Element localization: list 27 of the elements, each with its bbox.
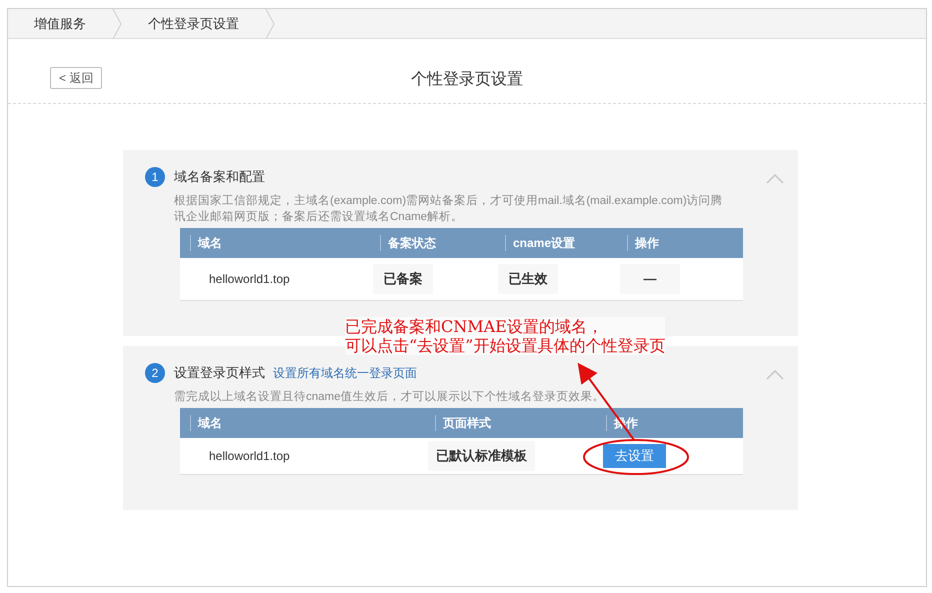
annotation-text: 可以点击“去设置”开始设置具体的个性登录页 [345,336,666,355]
collapse-chevron-icon[interactable] [766,370,784,380]
section-description: 需完成以上域名设置且待cname值生效后，才可以展示以下个性域名登录页效果。 [174,389,606,405]
breadcrumb-item[interactable]: 增值服务 [8,14,112,34]
back-button[interactable]: < 返回 [50,67,102,89]
step-number-badge: 1 [145,167,165,187]
domain-cell-text: helloworld1.top [208,448,290,465]
status-label: 已默认标准模板 [428,441,535,471]
page-title: 个性登录页设置 [411,70,523,90]
collapse-chevron-icon[interactable] [766,174,784,184]
breadcrumb-item[interactable]: 个性登录页设置 [122,14,265,34]
column-header: 备案状态 [388,235,436,252]
column-header: 页面样式 [443,415,491,432]
annotation-text: 已完成备案和CNMAE设置的域名， [345,317,666,336]
column-header: cname设置 [513,235,576,252]
status-label: 已备案 [373,264,433,294]
status-label: — [620,264,680,294]
unified-login-link[interactable]: 设置所有域名统一登录页面 [273,364,417,382]
column-header: 域名 [198,235,222,252]
step-number-badge: 2 [145,363,165,383]
status-label: 已生效 [498,264,558,294]
section-description: 根据国家工信部规定，主域名(example.com)需网站备案后，才可使用mail.域名(mail.example.com)访问腾讯企业邮箱网页版；备案后还需设置域名Cname解析。 [174,193,724,225]
section-title: 设置登录页样式 [174,364,265,382]
column-header: 操作 [635,235,659,252]
domain-cell-text: helloworld1.top [208,271,290,288]
column-header: 域名 [198,415,222,432]
section-title: 域名备案和配置 [174,168,265,186]
